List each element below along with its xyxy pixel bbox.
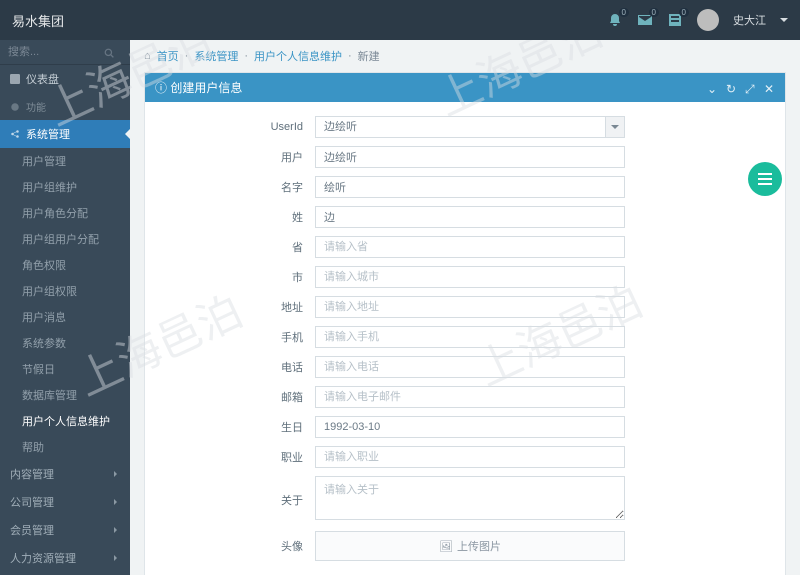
breadcrumb-l3: 新建 [358,48,380,64]
label-province: 省 [145,239,315,255]
app-header: 易水集团 0 0 0 史大江 [0,0,800,40]
sidebar: 仪表盘 功能 系统管理 用户管理 用户组维护 用户角色分配 用户组用户分配 角色… [0,40,130,575]
sidebar-sub-sys-param[interactable]: 系统参数 [0,330,130,356]
badge-count: 0 [619,8,629,17]
job-field[interactable] [315,446,625,468]
sidebar-sub-user-mgmt[interactable]: 用户管理 [0,148,130,174]
province-field[interactable] [315,236,625,258]
form-panel: ⓘ 创建用户信息 ⌄ ↻ ⤢ ✕ UserId 边绘听 用户 名字 姓 省 市 … [144,72,786,575]
sidebar-item-dashboard[interactable]: 仪表盘 [0,65,130,93]
label-name: 名字 [145,179,315,195]
fab-menu-button[interactable] [748,162,782,196]
sidebar-sub-group-user[interactable]: 用户组用户分配 [0,226,130,252]
avatar[interactable] [697,9,719,31]
chevron-down-icon [780,18,788,26]
home-icon: ⌂ [144,50,151,62]
birthday-field[interactable] [315,416,625,438]
sidebar-sub-role-assign[interactable]: 用户角色分配 [0,200,130,226]
refresh-icon[interactable]: ↻ [726,82,737,93]
label-avatar: 头像 [145,538,315,554]
menu-icon [758,178,772,180]
close-icon[interactable]: ✕ [764,82,775,93]
collapse-icon[interactable]: ⌄ [707,82,718,93]
userid-field[interactable]: 边绘听 [315,116,625,138]
chevron-right-icon [114,471,120,477]
about-field[interactable] [315,476,625,520]
sidebar-sub-help[interactable]: 帮助 [0,434,130,460]
sidebar-item-label: 系统管理 [26,126,70,142]
badge-count: 0 [649,8,659,17]
sidebar-item-member[interactable]: 会员管理 [0,516,130,544]
sidebar-sub-user-profile[interactable]: 用户个人信息维护 [0,408,130,434]
sidebar-section-header: 功能 [0,93,130,120]
label-city: 市 [145,269,315,285]
addr-field[interactable] [315,296,625,318]
search-input[interactable] [8,46,98,58]
email-field[interactable] [315,386,625,408]
name-field[interactable] [315,176,625,198]
city-field[interactable] [315,266,625,288]
sidebar-item-hr[interactable]: 人力资源管理 [0,544,130,572]
sidebar-sub-usergroup[interactable]: 用户组维护 [0,174,130,200]
sidebar-sub-db-mgmt[interactable]: 数据库管理 [0,382,130,408]
label-birthday: 生日 [145,419,315,435]
expand-icon[interactable]: ⤢ [745,82,756,93]
upload-button[interactable]: 🖼 上传图片 [315,531,625,561]
sidebar-sub-holiday[interactable]: 节假日 [0,356,130,382]
breadcrumb-l2[interactable]: 用户个人信息维护 [254,48,342,64]
badge-count: 0 [679,8,689,17]
surname-field[interactable] [315,206,625,228]
image-icon: 🖼 [439,540,453,553]
sidebar-sub-role-perm[interactable]: 角色权限 [0,252,130,278]
main-content: ⌂ 首页 · 系统管理 · 用户个人信息维护 · 新建 ⓘ 创建用户信息 ⌄ ↻… [130,40,800,575]
breadcrumb: ⌂ 首页 · 系统管理 · 用户个人信息维护 · 新建 [130,40,800,72]
label-userid: UserId [145,121,315,133]
info-icon: ⓘ [155,79,167,96]
breadcrumb-home[interactable]: 首页 [157,48,179,64]
dashboard-icon [10,74,20,84]
sidebar-item-content[interactable]: 内容管理 [0,460,130,488]
label-mobile: 手机 [145,329,315,345]
sidebar-item-system-mgmt[interactable]: 系统管理 [0,120,130,148]
label-addr: 地址 [145,299,315,315]
label-phone: 电话 [145,359,315,375]
share-icon [10,129,20,139]
label-job: 职业 [145,449,315,465]
breadcrumb-l1[interactable]: 系统管理 [194,48,238,64]
label-user: 用户 [145,149,315,165]
task-icon[interactable]: 0 [667,12,683,28]
label-email: 邮箱 [145,389,315,405]
user-field[interactable] [315,146,625,168]
label-surname: 姓 [145,209,315,225]
sidebar-item-company[interactable]: 公司管理 [0,488,130,516]
label-about: 关于 [145,492,315,508]
bell-icon[interactable]: 0 [607,12,623,28]
mobile-field[interactable] [315,326,625,348]
user-name[interactable]: 史大江 [733,12,766,28]
sidebar-sub-group-perm[interactable]: 用户组权限 [0,278,130,304]
sidebar-sub-user-msg[interactable]: 用户消息 [0,304,130,330]
panel-title: 创建用户信息 [170,79,242,96]
panel-header: ⓘ 创建用户信息 ⌄ ↻ ⤢ ✕ [145,73,785,102]
gear-icon [10,102,20,112]
search-icon[interactable] [104,47,114,57]
mail-icon[interactable]: 0 [637,12,653,28]
sidebar-item-label: 仪表盘 [26,71,59,87]
brand-title: 易水集团 [12,11,64,30]
phone-field[interactable] [315,356,625,378]
